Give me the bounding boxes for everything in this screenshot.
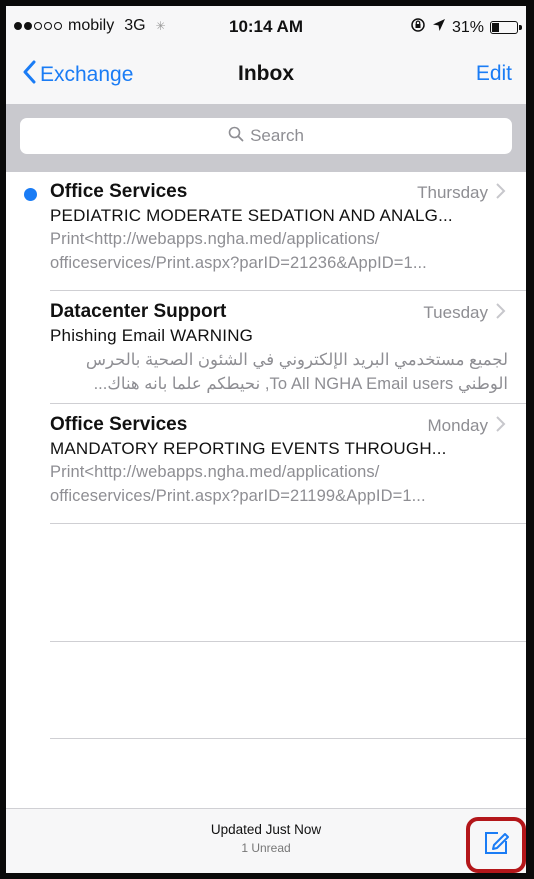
battery-icon xyxy=(490,21,522,34)
message-subject: MANDATORY REPORTING EVENTS THROUGH... xyxy=(50,439,447,458)
search-input[interactable]: Search xyxy=(20,118,512,154)
update-status: Updated Just Now xyxy=(210,822,322,837)
battery-percent: 31% xyxy=(451,18,484,36)
phone-screen: mobily 3G ✳ 10:14 AM 31% Exchange Inbox … xyxy=(0,0,534,879)
divider xyxy=(50,641,526,642)
message-date: Monday xyxy=(427,416,488,435)
divider xyxy=(50,738,526,739)
battery-fill xyxy=(492,23,499,32)
page-title: Inbox xyxy=(238,62,294,85)
unread-indicator-icon xyxy=(24,188,37,201)
compose-icon xyxy=(481,828,511,863)
bottom-toolbar: Updated Just Now 1 Unread xyxy=(6,808,526,873)
message-preview-line2: الوطني To All NGHA Email users, نحيطكم ع… xyxy=(93,375,508,393)
message-sender: Office Services xyxy=(50,414,188,435)
message-preview-line1: Print<http://webapps.ngha.med/applicatio… xyxy=(50,230,380,248)
rotation-lock-icon xyxy=(410,17,426,38)
divider xyxy=(50,523,526,524)
chevron-right-icon xyxy=(494,181,508,201)
message-sender: Office Services xyxy=(50,181,188,202)
message-row[interactable]: Office Services Thursday PEDIATRIC MODER… xyxy=(6,172,526,286)
chevron-right-icon xyxy=(494,301,508,321)
message-subject: PEDIATRIC MODERATE SEDATION AND ANALG... xyxy=(50,206,453,225)
compose-button[interactable] xyxy=(466,817,526,873)
message-subject: Phishing Email WARNING xyxy=(50,326,254,345)
search-placeholder: Search xyxy=(250,126,304,145)
message-preview-line1: Print<http://webapps.ngha.med/applicatio… xyxy=(50,463,380,481)
location-arrow-icon xyxy=(432,18,446,37)
divider xyxy=(50,403,526,404)
message-row[interactable]: Datacenter Support Tuesday Phishing Emai… xyxy=(6,292,526,406)
message-date: Tuesday xyxy=(423,303,488,322)
message-preview-line2: officeservices/Print.aspx?parID=21236&Ap… xyxy=(50,254,427,272)
message-preview-line2: officeservices/Print.aspx?parID=21199&Ap… xyxy=(50,487,426,505)
search-bar: Search xyxy=(6,104,526,172)
message-row[interactable]: Office Services Monday MANDATORY REPORTI… xyxy=(6,405,526,519)
edit-button[interactable]: Edit xyxy=(476,62,512,86)
nav-bar: Exchange Inbox Edit xyxy=(6,46,526,104)
status-right: 31% xyxy=(410,17,522,38)
unread-count: 1 Unread xyxy=(241,841,291,855)
message-preview-line1: لجميع مستخدمي البريد الإلكتروني في الشئو… xyxy=(85,351,508,369)
top-bar: mobily 3G ✳ 10:14 AM 31% Exchange Inbox … xyxy=(6,6,526,106)
message-date: Thursday xyxy=(417,183,488,202)
search-icon xyxy=(228,126,244,147)
chevron-right-icon xyxy=(494,414,508,434)
status-bar: mobily 3G ✳ 10:14 AM 31% xyxy=(6,6,526,46)
divider xyxy=(50,290,526,291)
message-sender: Datacenter Support xyxy=(50,301,227,322)
